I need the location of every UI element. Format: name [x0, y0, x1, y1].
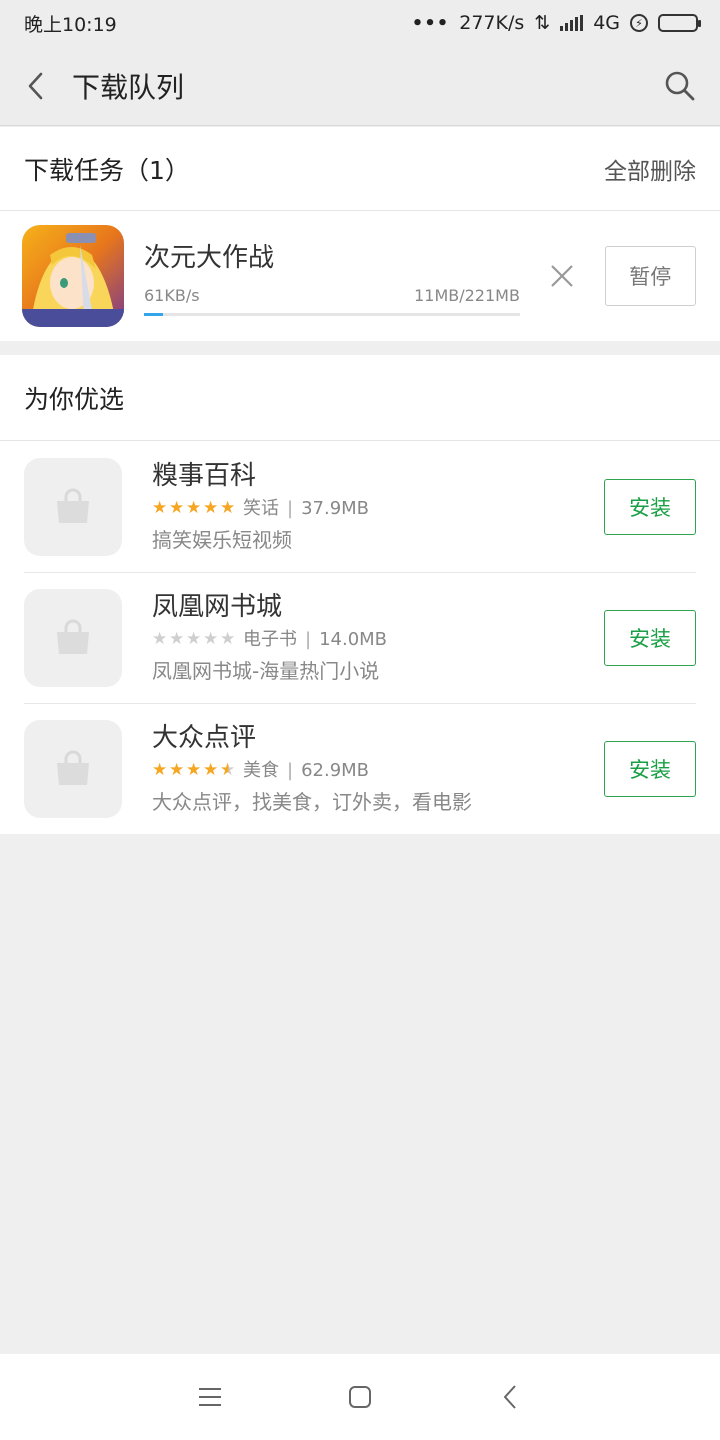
app-category: 美食 [243, 759, 279, 781]
download-progress-fill [144, 312, 163, 316]
download-task-header: 下载任务（1） 全部删除 [0, 127, 720, 211]
system-nav-bar [0, 1354, 720, 1440]
rating-stars: ★ ★ ★ ★ ★ [152, 762, 237, 779]
recommended-heading: 为你优选 [24, 384, 125, 414]
data-activity-icon: ⇅ [534, 12, 551, 34]
app-info: 凤凰网书城 ★ ★ ★ ★ ★ 电子书 | 14.0MB 凤凰网书城-海量热门小说 [152, 591, 604, 685]
pause-button[interactable]: 暂停 [604, 246, 696, 306]
cancel-download-button[interactable] [522, 236, 602, 316]
star-icon: ★ [186, 498, 202, 518]
back-button[interactable] [0, 46, 72, 126]
app-list-item[interactable]: 大众点评 ★ ★ ★ ★ ★ 美食 | 62.9MB 大众点评，找美食，订外卖，看电影 安装 [0, 703, 720, 834]
meta-divider: | [305, 628, 312, 650]
app-icon-game[interactable] [22, 225, 124, 327]
install-button[interactable]: 安装 [604, 478, 696, 535]
delete-all-button[interactable]: 全部删除 [604, 152, 696, 186]
app-size: 14.0MB [319, 628, 388, 650]
download-progress-bar [144, 312, 520, 316]
home-icon [349, 1386, 371, 1408]
star-icon: ★ [152, 498, 168, 518]
download-task-name: 次元大作战 [144, 242, 275, 273]
download-task-meta: 61KB/s 11MB/221MB [144, 286, 520, 305]
recommended-section: 为你优选 糗事百科 ★ ★ ★ ★ ★ 笑话 | 37.9MB 搞笑娱乐短视频 安装 凤凰网书城 ★ ★ ★… [0, 355, 720, 834]
status-time: 晚上10:19 [24, 13, 117, 36]
app-icon-placeholder[interactable] [24, 588, 122, 687]
app-icon-placeholder[interactable] [24, 457, 122, 556]
shopping-bag-icon [57, 750, 89, 785]
star-icon: ★ [186, 760, 202, 780]
more-notifications-icon: ••• [411, 12, 450, 34]
download-task-item: 次元大作战 61KB/s 11MB/221MB 暂停 [0, 211, 720, 341]
meta-divider: | [287, 497, 294, 519]
star-icon: ★ [203, 629, 219, 649]
install-button[interactable]: 安装 [604, 609, 696, 666]
network-type: 4G [593, 12, 620, 34]
nav-back-button[interactable] [435, 1354, 585, 1440]
page-title: 下载队列 [72, 70, 185, 104]
shopping-bag-icon [57, 488, 89, 523]
app-category: 笑话 [243, 497, 279, 519]
rating-stars: ★ ★ ★ ★ ★ [152, 500, 237, 517]
nav-menu-button[interactable] [135, 1354, 285, 1440]
app-list-item[interactable]: 糗事百科 ★ ★ ★ ★ ★ 笑话 | 37.9MB 搞笑娱乐短视频 安装 [0, 441, 720, 572]
app-list-item[interactable]: 凤凰网书城 ★ ★ ★ ★ ★ 电子书 | 14.0MB 凤凰网书城-海量热门小说 安装 [0, 572, 720, 703]
battery-icon [658, 14, 701, 32]
star-icon: ★ [220, 498, 236, 518]
app-description: 搞笑娱乐短视频 [152, 527, 292, 552]
app-size: 62.9MB [301, 759, 370, 781]
app-category: 电子书 [243, 628, 297, 650]
star-icon: ★ [169, 629, 185, 649]
star-icon: ★ [220, 760, 236, 780]
app-size: 37.9MB [301, 497, 370, 519]
app-name: 糗事百科 [152, 460, 257, 491]
rating-stars: ★ ★ ★ ★ ★ [152, 631, 237, 648]
star-icon: ★ [186, 629, 202, 649]
app-header: 下载队列 [0, 46, 720, 126]
download-task-heading: 下载任务（1） [24, 155, 190, 185]
download-task-info: 次元大作战 61KB/s 11MB/221MB [144, 237, 520, 316]
shopping-bag-icon [57, 619, 89, 654]
menu-icon [199, 1388, 221, 1406]
app-description: 大众点评，找美食，订外卖，看电影 [152, 789, 472, 814]
app-info: 大众点评 ★ ★ ★ ★ ★ 美食 | 62.9MB 大众点评，找美食，订外卖，看电影 [152, 722, 604, 816]
back-icon [504, 1385, 516, 1409]
recommended-app-list: 糗事百科 ★ ★ ★ ★ ★ 笑话 | 37.9MB 搞笑娱乐短视频 安装 凤凰网书城 ★ ★ ★ ★ ★ 电子书… [0, 441, 720, 834]
recommended-header: 为你优选 [0, 355, 720, 441]
install-button[interactable]: 安装 [604, 740, 696, 797]
status-bar: 晚上10:19 ••• 277K/s ⇅ 4G ⚡ [0, 0, 720, 46]
nav-home-button[interactable] [285, 1354, 435, 1440]
search-button[interactable] [640, 46, 720, 126]
meta-divider: | [287, 759, 294, 781]
star-icon: ★ [220, 629, 236, 649]
app-description: 凤凰网书城-海量热门小说 [152, 658, 380, 683]
download-speed: 61KB/s [144, 285, 200, 305]
status-icons: ••• 277K/s ⇅ 4G ⚡ [411, 12, 701, 34]
star-icon: ★ [152, 629, 168, 649]
star-icon: ★ [203, 760, 219, 780]
download-size: 11MB/221MB [414, 285, 520, 305]
app-meta: ★ ★ ★ ★ ★ 美食 | 62.9MB [152, 758, 604, 784]
app-meta: ★ ★ ★ ★ ★ 笑话 | 37.9MB [152, 496, 604, 522]
star-icon: ★ [169, 498, 185, 518]
star-icon: ★ [169, 760, 185, 780]
chevron-left-icon [28, 72, 43, 99]
charging-icon: ⚡ [630, 14, 648, 32]
star-icon: ★ [152, 760, 168, 780]
close-icon [550, 265, 573, 287]
app-name: 大众点评 [152, 722, 257, 753]
star-icon: ★ [203, 498, 219, 518]
download-task-section: 下载任务（1） 全部删除 次元大作战 61KB/s 11MB/221MB 暂停 [0, 127, 720, 341]
net-speed: 277K/s [459, 12, 525, 34]
app-info: 糗事百科 ★ ★ ★ ★ ★ 笑话 | 37.9MB 搞笑娱乐短视频 [152, 460, 604, 554]
search-icon [665, 71, 695, 100]
app-name: 凤凰网书城 [152, 591, 283, 622]
app-icon-placeholder[interactable] [24, 719, 122, 818]
app-meta: ★ ★ ★ ★ ★ 电子书 | 14.0MB [152, 627, 604, 653]
signal-icon [560, 15, 584, 31]
